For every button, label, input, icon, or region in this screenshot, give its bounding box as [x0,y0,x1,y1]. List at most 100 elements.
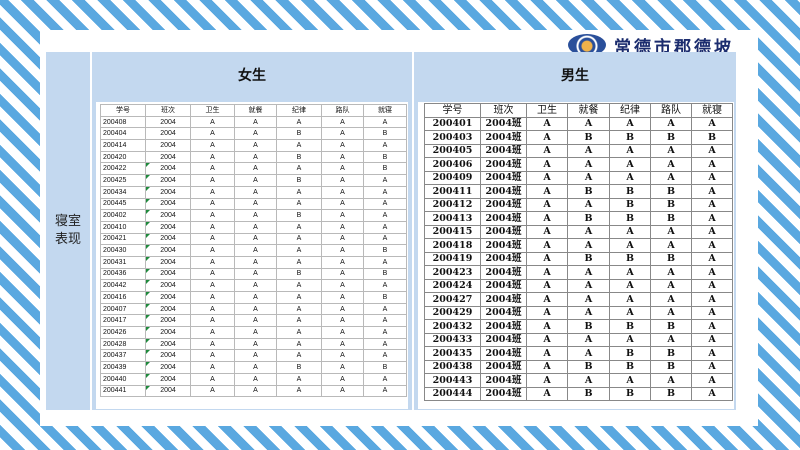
table-cell: B [609,184,651,199]
table-cell: A [190,139,235,152]
table-cell: A [691,143,733,158]
table-cell: A [526,292,568,307]
table-cell: A [526,319,568,334]
table-cell: A [567,346,610,361]
table-row: 200409 2004班 A A A A A [424,170,733,185]
table-cell: A [321,197,364,211]
table-cell: A [234,150,277,164]
table-cell: A [363,384,407,398]
table-cell: A [234,326,277,339]
table-cell: 200402 [100,209,146,222]
boys-spreadsheet: 学号 班次 卫生 就餐 纪律 路队 就寝 200401 2004班 A A A A A 200403 2004… [418,102,734,409]
table-row: 200416 2004 A A A A B [100,291,407,304]
table-cell: A [234,244,277,257]
table-row: 200417 2004 A A A A A [100,314,407,328]
column-header: 就餐 [567,103,610,118]
table-cell: A [190,197,235,211]
table-cell: B [609,386,651,401]
table-cell: B [650,211,692,226]
girls-header: 女生 [92,52,412,98]
table-cell: 200442 [100,279,146,292]
table-cell: 200428 [100,337,146,351]
table-cell: 2004 [145,279,191,292]
girls-table: 学号 班次 卫生 就餐 纪律 路队 就寝 200408 2004 A A A A A 200404 2004 A… [100,104,407,398]
table-cell: A [691,359,733,374]
table-cell: 2004 [145,337,191,351]
column-header: 就餐 [234,104,277,117]
table-cell: A [363,302,407,316]
table-row: 200431 2004 A A A A A [100,255,407,269]
table-cell: A [609,373,651,388]
table-cell: A [650,224,692,239]
table-cell: A [691,251,733,266]
table-cell: 2004 [145,255,191,269]
table-cell: A [234,349,277,363]
table-cell: A [363,197,407,211]
table-cell: B [567,211,610,226]
table-cell: A [321,174,364,187]
table-cell: 2004班 [480,305,527,320]
table-cell: A [190,127,235,141]
table-cell: B [276,174,322,187]
table-row: 200437 2004 A A A A A [100,349,407,363]
table-cell: A [321,115,364,129]
column-header: 学号 [100,104,146,117]
table-cell: 200408 [100,115,146,129]
table-cell: B [650,184,692,199]
table-cell: 200441 [100,384,146,398]
table-cell: 200432 [424,319,481,334]
table-cell: 200405 [424,143,481,158]
table-cell: 2004 [145,162,191,176]
table-cell: A [691,184,733,199]
table-cell: 200412 [424,197,481,212]
table-cell: A [567,265,610,280]
table-cell: A [276,337,322,351]
table-cell: A [234,302,277,316]
table-cell: A [609,292,651,307]
table-cell: A [234,209,277,222]
table-cell: B [363,244,407,257]
table-cell: A [691,373,733,388]
table-cell: 200406 [424,157,481,172]
table-cell: A [234,139,277,152]
table-cell: A [276,115,322,129]
table-cell: 200425 [100,174,146,187]
table-cell: A [691,224,733,239]
table-cell: A [567,278,610,293]
table-cell: 200434 [100,185,146,199]
table-cell: A [567,373,610,388]
table-cell: 2004 [145,220,191,234]
table-cell: 2004 [145,139,191,152]
table-cell: A [526,130,568,145]
table-row: 200401 2004班 A A A A A [424,116,733,131]
table-cell: A [321,326,364,339]
table-cell: A [276,255,322,269]
table-cell: 2004 [145,361,191,374]
table-row: 200440 2004 A A A A A [100,372,407,386]
table-cell: 2004班 [480,184,527,199]
table-cell: 2004班 [480,238,527,253]
table-cell: 200422 [100,162,146,176]
table-cell: 200439 [100,361,146,374]
table-cell: A [650,170,692,185]
table-row: 200406 2004班 A A A A A [424,157,733,172]
table-cell: A [526,211,568,226]
table-row: 200445 2004 A A A A A [100,197,407,211]
table-cell: A [234,337,277,351]
table-cell: A [363,139,407,152]
table-cell: 200435 [424,346,481,361]
table-cell: A [567,238,610,253]
table-cell: 200419 [424,251,481,266]
table-cell: A [190,220,235,234]
table-cell: A [276,162,322,176]
table-cell: A [650,373,692,388]
table-cell: A [363,115,407,129]
table-cell: B [567,184,610,199]
header-row: 学号 班次 卫生 就餐 纪律 路队 就寝 [100,104,407,117]
table-cell: 200409 [424,170,481,185]
table-row: 200441 2004 A A A A A [100,384,407,398]
table-cell: A [190,255,235,269]
boys-table: 学号 班次 卫生 就餐 纪律 路队 就寝 200401 2004班 A A A A A 200403 2004… [424,103,733,401]
table-cell: 200414 [100,139,146,152]
table-cell: A [234,185,277,199]
